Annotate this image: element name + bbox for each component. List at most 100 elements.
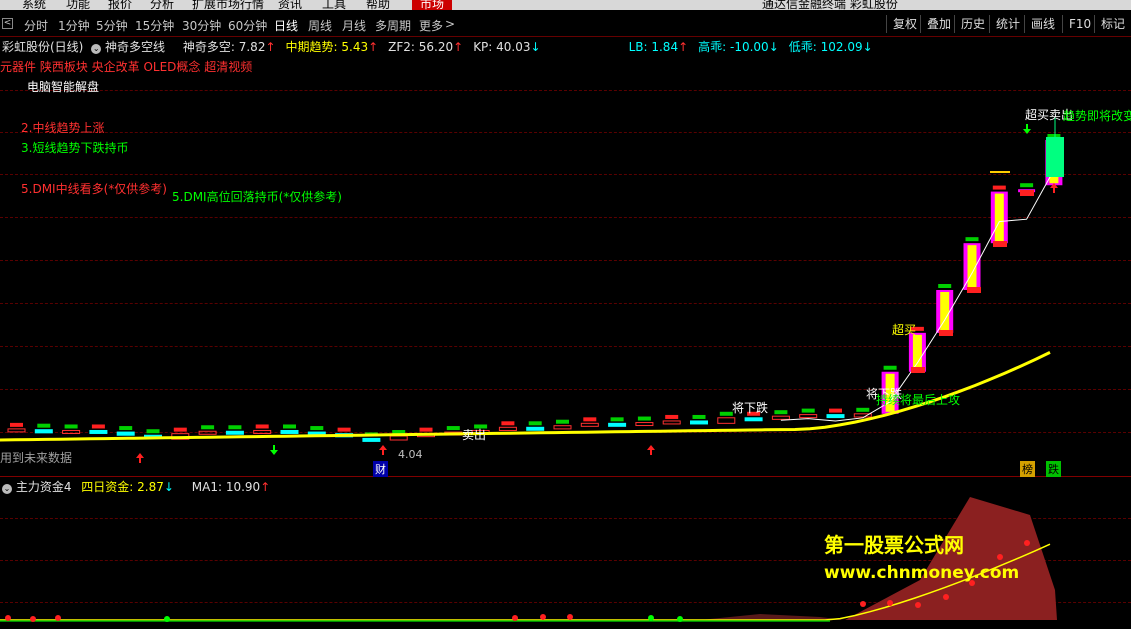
candle-body [62,429,81,434]
trend-marker [528,421,542,426]
candle-body [362,437,381,442]
candle-body [116,431,135,436]
short-line [780,169,1055,422]
signal-will-fall: 将下跌 [732,401,769,415]
red-dash-marker [967,287,981,293]
trend-marker [1020,183,1034,188]
buy-arrow-icon [647,445,655,455]
fund-dot [5,615,11,621]
candle-body [635,422,654,427]
finance-marker[interactable]: 财 [373,461,388,477]
trend-marker [883,365,897,370]
fund-dot [164,616,170,622]
trend-marker [255,424,269,429]
trend-marker [665,414,679,419]
trend-marker [556,419,569,424]
red-dash-marker [939,330,953,336]
fund-dot [540,614,546,620]
candle-body [690,420,708,425]
trend-marker [91,424,105,429]
fund-dot [55,615,61,621]
watermark-title: 第一股票公式网 [824,533,964,557]
fund-dot [677,616,683,622]
sell-arrow-icon [1023,124,1031,134]
candle-body [662,420,681,425]
trend-marker [610,417,624,422]
candle-body [34,429,53,434]
sell-arrow-icon [270,445,278,455]
ma1-value: MA1: 10.90 [191,480,261,494]
candle-body [771,415,790,420]
trend-marker [583,417,597,422]
trend-marker [938,284,952,288]
future-data-warning: 用到未来数据 [0,451,73,465]
fund-dot [997,554,1003,560]
ranking-marker[interactable]: 榜 [1020,461,1035,477]
trend-marker [146,429,160,434]
signal-last-attack: 持续将最后上攻 [876,393,961,407]
trend-marker [337,427,351,432]
fund-area [845,497,1057,620]
candle-body [526,426,545,431]
sub-header: ⌄ 主力资金4 四日资金: 2.87↓ MA1: 10.90↑ [2,478,270,495]
candle-body [580,422,599,427]
candle-body [253,429,272,434]
trend-marker [173,427,187,432]
red-dash-marker [993,241,1007,247]
fund-dot [512,615,518,621]
trend-marker [283,424,296,429]
candle-body [608,422,627,427]
fund-dot [915,602,921,608]
candle-body [717,417,736,424]
candle-body [89,429,108,434]
buy-arrow-icon [136,453,144,463]
four-day-fund-value: 四日资金: 2.87 [81,480,164,494]
trend-marker [228,425,242,430]
trend-marker [637,416,651,421]
candle-body [799,414,818,419]
buy-arrow-icon [379,445,387,455]
candle-inner [912,334,922,370]
fund-dot [567,614,573,620]
last-candle [1046,137,1064,177]
candle-body [280,429,299,434]
trend-marker [719,411,733,416]
signal-overbought: 超买 [892,323,917,337]
trend-marker [774,410,788,415]
fund-dot [943,594,949,600]
candle-body [225,430,244,435]
drop-marker[interactable]: 跌 [1046,461,1061,477]
trend-marker [119,426,133,431]
candle-inner [994,193,1004,242]
watermark-url: www.chnmoney.com [824,563,1020,583]
candle-body [744,417,763,422]
ma1-arrow: ↑ [260,480,271,494]
candle-body [7,428,26,433]
trend-marker [801,408,815,413]
fund-dot [648,615,654,621]
candle-body [498,426,517,431]
trend-marker [965,237,979,242]
trend-marker [64,424,78,429]
trend-marker [856,407,870,412]
trend-marker [310,426,324,431]
sub-indicator-name[interactable]: 主力资金4 [16,480,72,494]
fund-area-small [700,614,845,620]
trend-marker [992,185,1006,190]
fund-dot [887,600,893,606]
signal-sell: 卖出 [462,428,487,442]
trend-marker [37,423,51,428]
candle-body [553,425,572,430]
low-price-label: 4.04 [398,448,423,461]
sub-indicator-dropdown-icon[interactable]: ⌄ [2,484,12,494]
four-day-fund-arrow: ↓ [163,480,174,494]
trend-marker [201,425,215,430]
trend-marker [10,422,23,427]
trend-marker [419,427,433,432]
candle-body [389,435,408,441]
candle-body [826,414,845,419]
fund-dot [30,616,36,622]
trend-marker [501,421,515,426]
red-dash-marker [1020,190,1034,196]
fund-dot [1024,540,1030,546]
